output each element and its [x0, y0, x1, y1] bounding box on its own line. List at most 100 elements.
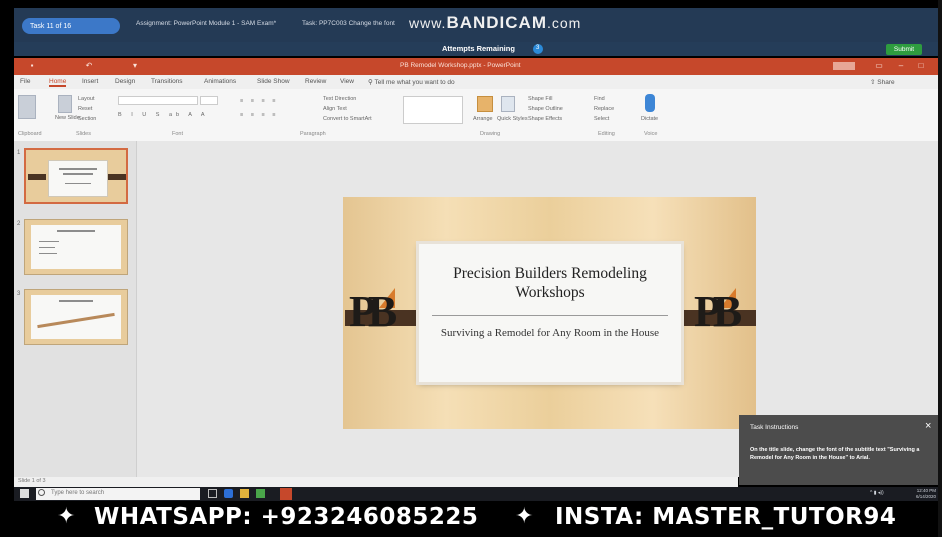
attempts-count: 3 [536, 45, 540, 51]
assignment-label: Assignment: PowerPoint Module 1 - SAM Ex… [136, 20, 277, 27]
undo-icon[interactable]: ↶ [84, 61, 94, 71]
thumb-3-timeline [37, 312, 115, 329]
quick-styles-icon[interactable] [501, 96, 515, 112]
paragraph-buttons[interactable]: ≡ ≡ ≡ ≡ [240, 98, 278, 104]
reset-button[interactable]: Reset [78, 106, 92, 112]
new-slide-label[interactable]: New Slide [55, 115, 80, 121]
shape-fill-button[interactable]: Shape Fill [528, 96, 552, 102]
thumb-1-subtitle-line [65, 183, 91, 184]
thumb-1-title-line-2 [63, 173, 93, 175]
tab-file[interactable]: File [20, 78, 30, 85]
task-label: Task: PP7C003 Change the font [302, 20, 395, 27]
tab-animations[interactable]: Animations [204, 78, 236, 85]
tab-slide-show[interactable]: Slide Show [257, 78, 290, 85]
account-button[interactable] [833, 62, 855, 70]
group-editing: Editing [598, 131, 615, 137]
pb-logo-left: PB [345, 284, 435, 350]
shape-effects-button[interactable]: Shape Effects [528, 116, 562, 122]
system-tray-icons[interactable]: ^ ▮ ◂)) [870, 490, 884, 496]
bandicam-watermark: www.BANDICAM.com [409, 13, 581, 33]
thumb-1-title-line [59, 168, 97, 170]
edge-icon[interactable] [224, 489, 233, 498]
find-button[interactable]: Find [594, 96, 605, 102]
thumb-2-bullet-1 [39, 241, 59, 242]
group-clipboard: Clipboard [18, 131, 42, 137]
text-direction-button[interactable]: Text Direction [323, 96, 356, 102]
arrange-icon[interactable] [477, 96, 493, 112]
save-icon[interactable]: ▪ [27, 61, 37, 71]
layout-button[interactable]: Layout [78, 96, 95, 102]
taskbar-clock[interactable]: 12:40 PM 6/14/2020 [906, 488, 936, 500]
logo-right-letters: PB [694, 287, 742, 336]
thumb-1-logo-left [28, 174, 46, 180]
watermark-brand: BANDICAM [446, 13, 547, 32]
tab-review[interactable]: Review [305, 78, 326, 85]
select-button[interactable]: Select [594, 116, 609, 122]
microphone-icon[interactable] [645, 94, 655, 112]
slide-subtitle[interactable]: Surviving a Remodel for Any Room in the … [419, 323, 681, 343]
thumb-3-content [31, 295, 121, 339]
thumb-2-content [31, 225, 121, 269]
font-format-buttons[interactable]: B I U S ab A A [118, 112, 209, 118]
group-voice: Voice [644, 131, 658, 137]
minimize-icon[interactable]: – [896, 61, 906, 71]
task-view-icon[interactable] [208, 489, 217, 498]
tab-transitions[interactable]: Transitions [151, 78, 183, 85]
thumb-2-bullet-3 [39, 253, 57, 254]
watermark-prefix: www. [409, 15, 447, 31]
task-navigator-label: Task 11 of 16 [30, 22, 72, 30]
thumb-number-2: 2 [17, 221, 21, 227]
group-slides: Slides [76, 131, 91, 137]
task-instructions-heading: Task Instructions [750, 424, 799, 431]
sparkle-icon: ✦ [57, 503, 76, 528]
paste-icon[interactable] [18, 95, 36, 119]
submit-button[interactable]: Submit [886, 44, 922, 55]
shape-outline-button[interactable]: Shape Outline [528, 106, 563, 112]
section-button[interactable]: Section [78, 116, 96, 122]
dictate-label[interactable]: Dictate [641, 116, 658, 122]
whatsapp-contact: WHATSAPP: +923246085225 [94, 504, 479, 530]
thumb-1-card [48, 160, 108, 197]
tell-me-text: Tell me what you want to do [374, 79, 455, 86]
slide-thumbnail-3[interactable] [24, 289, 128, 345]
status-bar [14, 477, 738, 487]
thumb-2-bullet-2 [39, 247, 55, 248]
tab-view[interactable]: View [340, 78, 354, 85]
store-icon[interactable] [256, 489, 265, 498]
replace-button[interactable]: Replace [594, 106, 614, 112]
alignment-buttons[interactable]: ≡ ≡ ≡ ≡ [240, 112, 278, 118]
font-size-select[interactable] [200, 96, 218, 105]
slide-count: Slide 1 of 3 [18, 478, 46, 484]
ribbon-display-icon[interactable]: ▭ [874, 61, 884, 71]
quick-styles-label[interactable]: Quick Styles [497, 116, 528, 122]
convert-smartart-button[interactable]: Convert to SmartArt [323, 116, 372, 122]
slide-title[interactable]: Precision Builders Remodeling Workshops [419, 264, 681, 302]
tab-design[interactable]: Design [115, 78, 135, 85]
thumb-3-title-line [59, 300, 93, 302]
slide-thumbnail-2[interactable] [24, 219, 128, 275]
new-slide-icon[interactable] [58, 95, 72, 113]
close-icon[interactable]: × [925, 420, 931, 432]
align-text-button[interactable]: Align Text [323, 106, 347, 112]
group-drawing: Drawing [480, 131, 501, 137]
arrange-label[interactable]: Arrange [473, 116, 493, 122]
watermark-suffix: .com [547, 15, 582, 31]
thumb-1-logo-right [108, 174, 126, 180]
maximize-icon[interactable]: □ [916, 61, 926, 71]
shapes-gallery[interactable] [403, 96, 463, 124]
customize-toolbar-icon[interactable]: ▾ [130, 61, 140, 71]
taskbar-search-placeholder: Type here to search [51, 490, 105, 496]
thumb-2-title-line [57, 230, 95, 232]
slide-thumbnail-1[interactable] [24, 148, 128, 204]
tab-home[interactable]: Home [49, 78, 67, 87]
tab-insert[interactable]: Insert [82, 78, 98, 85]
powerpoint-taskbar-icon[interactable] [280, 488, 292, 500]
thumb-number-3: 3 [17, 291, 21, 297]
tell-me-box[interactable]: ⚲ Tell me what you want to do [368, 78, 455, 86]
file-explorer-icon[interactable] [240, 489, 249, 498]
share-button[interactable]: ⇧ Share [870, 78, 895, 86]
task-navigator-pill[interactable]: Task 11 of 16 [22, 18, 120, 34]
logo-left-letters: PB [349, 287, 397, 336]
font-family-select[interactable] [118, 96, 198, 105]
windows-start-icon[interactable] [20, 489, 29, 498]
